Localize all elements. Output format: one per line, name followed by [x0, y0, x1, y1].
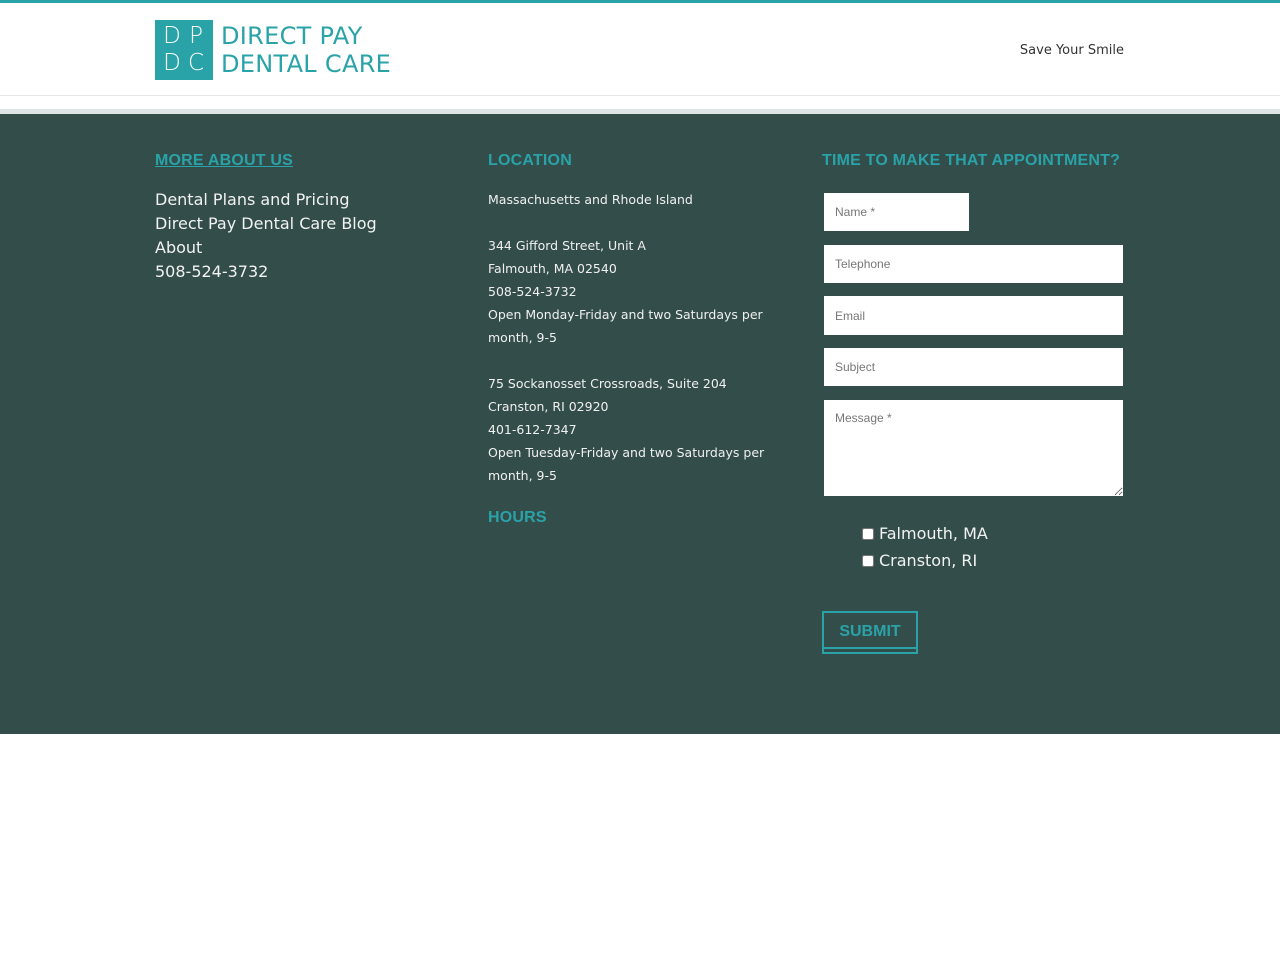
name-input[interactable] — [824, 193, 969, 231]
cranston-checkbox[interactable] — [862, 554, 874, 567]
message-textarea[interactable] — [824, 400, 1123, 496]
phone-link[interactable]: 508-524-3732 — [155, 262, 268, 281]
about-heading-link[interactable]: MORE ABOUT US — [155, 152, 293, 170]
office-street: 75 Sockanosset Crossroads, Suite 204 — [488, 376, 727, 391]
office-phone: 401-612-7347 — [488, 422, 577, 437]
checkbox-row: Cranston, RI — [862, 547, 988, 574]
office-phone: 508-524-3732 — [488, 284, 577, 299]
site-header: D P D C DIRECT PAY DENTAL CARE Save Your… — [0, 3, 1280, 96]
form-heading: TIME TO MAKE THAT APPOINTMENT? — [822, 152, 1121, 169]
site-tagline: Save Your Smile — [1019, 43, 1124, 58]
email-input[interactable] — [824, 296, 1123, 335]
logo-letter: D — [163, 23, 181, 49]
location-region: Massachusetts and Rhode Island — [488, 192, 693, 207]
subject-input[interactable] — [824, 348, 1123, 386]
office-street: 344 Gifford Street, Unit A — [488, 238, 646, 253]
logo-wordmark: DIRECT PAY DENTAL CARE — [221, 22, 391, 78]
about-links: Dental Plans and Pricing Direct Pay Dent… — [155, 188, 377, 284]
falmouth-label[interactable]: Falmouth, MA — [879, 524, 988, 543]
logo-letter: P — [189, 23, 203, 49]
about-link-item: About — [155, 236, 377, 260]
checkbox-row: Falmouth, MA — [862, 520, 988, 547]
logo-line-2: DENTAL CARE — [221, 50, 392, 78]
logo-line-1: DIRECT PAY — [221, 22, 363, 50]
about-link-item: Direct Pay Dental Care Blog — [155, 212, 377, 236]
office-city: Cranston, RI 02920 — [488, 399, 609, 414]
office-hours: Open Tuesday-Friday and two Saturdays pe… — [488, 445, 765, 483]
about-link-item: Dental Plans and Pricing — [155, 188, 377, 212]
about-link-item: 508-524-3732 — [155, 260, 377, 284]
cranston-label[interactable]: Cranston, RI — [879, 551, 977, 570]
blog-link[interactable]: Direct Pay Dental Care Blog — [155, 214, 377, 233]
office-city: Falmouth, MA 02540 — [488, 261, 617, 276]
office-hours: Open Monday-Friday and two Saturdays per… — [488, 307, 763, 345]
logo-letter: D — [163, 50, 181, 76]
location-details: Massachusetts and Rhode Island 344 Giffo… — [488, 188, 778, 487]
about-link[interactable]: About — [155, 238, 202, 257]
logo-monogram: D P D C — [155, 20, 213, 80]
hours-heading: HOURS — [488, 509, 547, 526]
logo-letter: C — [187, 50, 205, 76]
falmouth-checkbox[interactable] — [862, 527, 874, 540]
location-checkboxes: Falmouth, MA Cranston, RI — [862, 520, 988, 574]
footer: MORE ABOUT US Dental Plans and Pricing D… — [0, 114, 1280, 734]
telephone-input[interactable] — [824, 245, 1123, 283]
site-logo[interactable]: D P D C DIRECT PAY DENTAL CARE — [155, 20, 391, 80]
location-heading: LOCATION — [488, 152, 572, 169]
dental-plans-link[interactable]: Dental Plans and Pricing — [155, 190, 350, 209]
submit-button[interactable]: SUBMIT — [822, 611, 918, 654]
